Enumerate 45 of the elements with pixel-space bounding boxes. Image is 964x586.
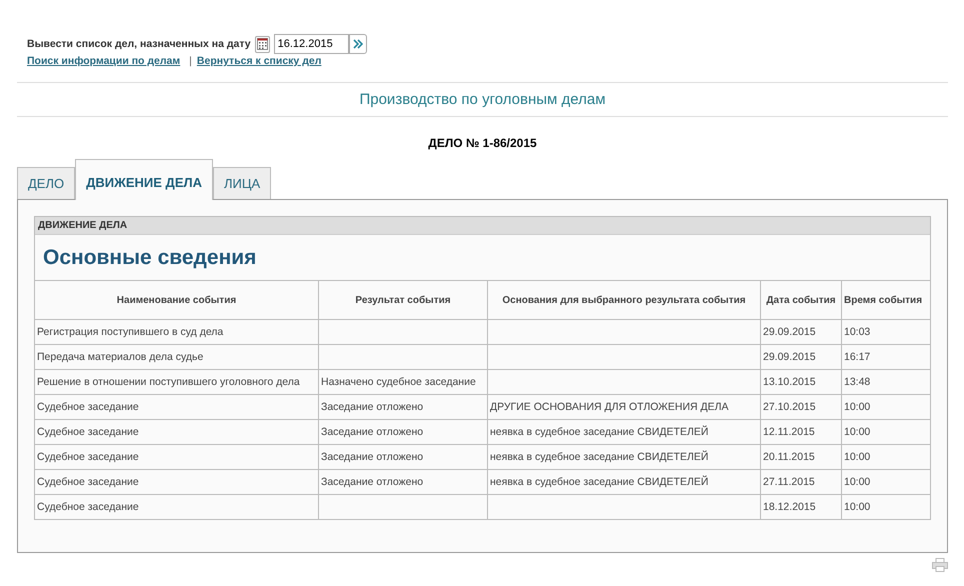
column-header: Результат события — [318, 280, 488, 320]
case-title: ДЕЛО № 1-86/2015 — [427, 136, 538, 152]
tab[interactable]: ДЕЛО — [17, 167, 76, 199]
panel-header: ДВИЖЕНИЕ ДЕЛА — [35, 217, 930, 234]
table-cell: ДРУГИЕ ОСНОВАНИЯ ДЛЯ ОТЛОЖЕНИЯ ДЕЛА — [488, 394, 760, 420]
link-separator: | — [189, 55, 192, 67]
table-cell: Судебное заседание — [35, 420, 318, 444]
table-cell: Передача материалов дела судье — [35, 344, 318, 370]
table-cell: Решение в отношении поступившего уголовного дела — [35, 370, 318, 394]
table-cell: 13.10.2015 — [760, 370, 842, 394]
filter-label: Вывести список дел, назначенных на дату — [27, 38, 251, 50]
tab[interactable]: ЛИЦА — [213, 167, 272, 199]
table-cell: 18.12.2015 — [760, 494, 842, 520]
table-cell: 27.11.2015 — [760, 470, 842, 494]
panel-heading: Основные сведения — [35, 234, 930, 280]
calendar-icon[interactable] — [254, 36, 270, 52]
submit-button[interactable] — [348, 34, 367, 54]
table-cell: 27.10.2015 — [760, 394, 842, 420]
column-header: Дата события — [760, 280, 842, 320]
double-chevron-icon[interactable] — [352, 39, 363, 49]
nav-link[interactable]: Вернуться к списку дел — [196, 55, 322, 67]
table-cell: Назначено судебное заседание — [318, 370, 488, 394]
table-cell: 29.09.2015 — [760, 344, 842, 370]
table-cell: 12.11.2015 — [760, 420, 842, 444]
table-cell: Судебное заседание — [35, 444, 318, 470]
table-cell: неявка в судебное заседание СВИДЕТЕЛЕЙ — [488, 420, 760, 444]
date-field[interactable]: 16.12.2015 — [274, 34, 349, 54]
table-cell: Заседание отложено — [318, 470, 488, 494]
table-cell: 29.09.2015 — [760, 320, 842, 344]
column-header: Время события — [842, 280, 930, 320]
table-cell: неявка в судебное заседание СВИДЕТЕЛЕЙ — [488, 444, 760, 470]
table-cell: Судебное заседание — [35, 470, 318, 494]
column-header: Наименование события — [35, 280, 318, 320]
table-cell: Регистрация поступившего в суд дела — [35, 320, 318, 344]
section-title: Производство по уголовным делам — [17, 82, 948, 117]
tab[interactable]: ДВИЖЕНИЕ ДЕЛА — [75, 159, 213, 200]
table-cell: Заседание отложено — [318, 444, 488, 470]
table-cell: 20.11.2015 — [760, 444, 842, 470]
table-cell: Заседание отложено — [318, 394, 488, 420]
column-header: Основания для выбранного результата события — [488, 280, 760, 320]
nav-link[interactable]: Поиск информации по делам — [27, 55, 180, 67]
table-cell: Судебное заседание — [35, 394, 318, 420]
table-cell: неявка в судебное заседание СВИДЕТЕЛЕЙ — [488, 470, 760, 494]
table-cell: Судебное заседание — [35, 494, 318, 520]
table-cell: Заседание отложено — [318, 420, 488, 444]
